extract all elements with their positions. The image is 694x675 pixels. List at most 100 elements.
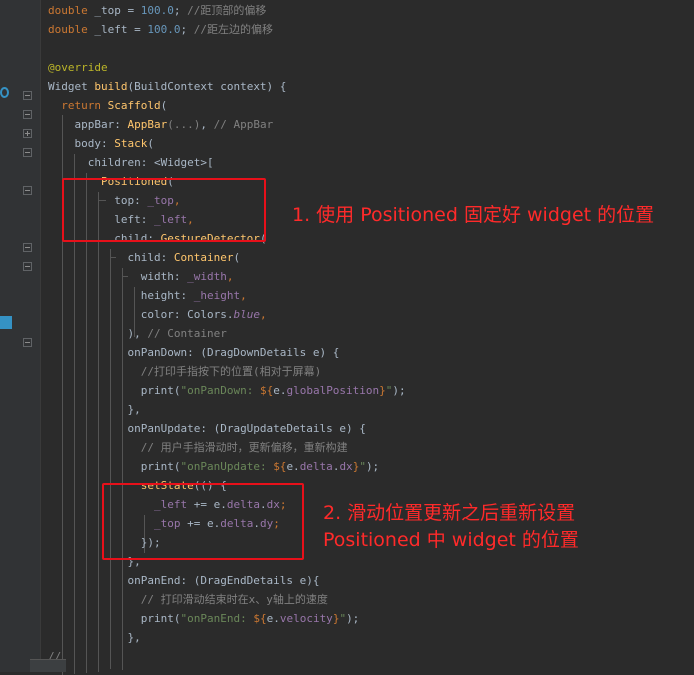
code-token: "onPanEnd: — [180, 612, 254, 625]
code-line[interactable]: }, — [48, 400, 141, 419]
code-line[interactable]: ), // Container — [48, 324, 227, 343]
code-token: height — [48, 289, 181, 302]
annotation-note-1: 1. 使用 Positioned 固定好 widget 的位置 — [292, 204, 655, 226]
code-token: _width — [187, 270, 227, 283]
code-token: }, — [48, 403, 141, 416]
code-token: ( — [233, 251, 241, 264]
code-line[interactable]: onPanDown: (DragDownDetails e) { — [48, 343, 339, 362]
code-token: // 打印滑动结束时在x、y轴上的速度 — [48, 593, 328, 606]
code-token: , — [259, 308, 267, 321]
code-token: " — [359, 460, 366, 473]
code-token: double — [48, 4, 95, 17]
code-token: ${ — [273, 460, 287, 473]
code-token: //距顶部的偏移 — [187, 4, 267, 17]
code-line[interactable]: print("onPanUpdate: ${e.delta.dx}"); — [48, 457, 379, 476]
override-marker-icon[interactable] — [0, 87, 9, 98]
code-token: (...) — [167, 118, 201, 131]
code-token: onPanDown — [48, 346, 188, 359]
code-token: Stack — [114, 137, 148, 150]
code-line[interactable]: color: Colors.blue, — [48, 305, 267, 324]
code-token: _height — [193, 289, 241, 302]
code-token: ${ — [259, 384, 274, 397]
code-token: : (DragUpdateDetails e) { — [200, 422, 366, 435]
code-token: print — [48, 460, 174, 473]
code-token: double — [48, 23, 95, 36]
editor-gutter — [0, 0, 41, 672]
fold-toggle-icon[interactable] — [23, 91, 32, 100]
code-token: // AppBar — [213, 118, 274, 131]
code-token: onPanEnd — [48, 574, 181, 587]
code-token: : — [173, 270, 188, 283]
code-line[interactable]: print("onPanEnd: ${e.velocity}"); — [48, 609, 360, 628]
code-token: delta — [299, 460, 333, 473]
code-token: , — [240, 289, 247, 302]
code-token: : Colors. — [173, 308, 234, 321]
code-line[interactable]: body: Stack( — [48, 134, 154, 153]
code-line[interactable]: }, — [48, 628, 140, 647]
code-token: ); — [365, 460, 380, 473]
code-token: (BuildContext context) { — [127, 80, 287, 93]
code-line[interactable]: width: _width, — [48, 267, 234, 286]
editor-bottom-tab[interactable] — [30, 659, 66, 672]
code-editor[interactable]: double _top = 100.0; //距顶部的偏移 double _lef… — [40, 0, 694, 675]
code-token: 100.0 — [140, 4, 174, 17]
code-line[interactable]: children: <Widget>[ — [48, 153, 214, 172]
code-line[interactable]: // 打印滑动结束时在x、y轴上的速度 — [48, 590, 328, 609]
code-token: // Container — [147, 327, 227, 340]
code-token: ( — [147, 137, 154, 150]
code-line[interactable]: onPanEnd: (DragEndDetails e){ — [48, 571, 320, 590]
code-token: "onPanUpdate: — [180, 460, 274, 473]
code-line[interactable]: onPanUpdate: (DragUpdateDetails e) { — [48, 419, 366, 438]
code-line[interactable]: Widget build(BuildContext context) { — [48, 77, 286, 96]
code-token: ${ — [253, 612, 267, 625]
code-token: ); — [392, 384, 406, 397]
code-token: : <Widget>[ — [140, 156, 214, 169]
highlight-box-setstate — [102, 483, 304, 560]
code-token: color — [48, 308, 174, 321]
code-token: //打印手指按下的位置(相对于屏幕) — [48, 365, 322, 378]
fold-toggle-icon[interactable] — [23, 243, 32, 252]
code-token: ; — [180, 23, 194, 36]
code-line[interactable]: height: _height, — [48, 286, 247, 305]
annotation-note-2-line1: 2. 滑动位置更新之后重新设置 — [323, 502, 576, 524]
code-token: appBar — [48, 118, 115, 131]
code-token: , — [226, 270, 234, 283]
code-line[interactable]: double _left = 100.0; //距左边的偏移 — [48, 20, 273, 39]
code-token: Container — [173, 251, 234, 264]
code-token: print — [48, 612, 174, 625]
code-token: _top — [94, 4, 121, 17]
code-token: build — [94, 80, 128, 93]
fold-toggle-icon[interactable] — [23, 186, 32, 195]
code-token: Scaffold — [107, 99, 161, 112]
code-line[interactable]: print("onPanDown: ${e.globalPosition}"); — [48, 381, 406, 400]
code-token: ( — [160, 99, 168, 112]
code-token: : (DragEndDetails e){ — [180, 574, 320, 587]
code-line[interactable]: // 用户手指滑动时，更新偏移，重新构建 — [48, 438, 348, 457]
fold-toggle-icon[interactable] — [23, 148, 32, 157]
code-token: ); — [346, 612, 360, 625]
code-token: e. — [266, 612, 280, 625]
code-line[interactable]: //打印手指按下的位置(相对于屏幕) — [48, 362, 322, 381]
expand-toggle-icon[interactable] — [23, 129, 32, 138]
code-line[interactable]: child: Container( — [48, 248, 240, 267]
code-line[interactable]: return Scaffold( — [48, 96, 167, 115]
code-line[interactable]: double _top = 100.0; //距顶部的偏移 — [48, 1, 266, 20]
fold-toggle-icon[interactable] — [23, 110, 32, 119]
code-token: "onPanDown: — [180, 384, 260, 397]
bookmark-marker-icon — [0, 316, 12, 329]
fold-toggle-icon[interactable] — [23, 262, 32, 271]
code-token: print — [48, 384, 174, 397]
code-token: : — [180, 289, 194, 302]
code-line[interactable]: @override — [48, 58, 108, 77]
code-token: : — [114, 118, 128, 131]
code-token: : (DragDownDetails e) { — [187, 346, 340, 359]
code-token: 100.0 — [147, 23, 181, 36]
code-line[interactable]: appBar: AppBar(...), // AppBar — [48, 115, 273, 134]
code-token: AppBar — [127, 118, 168, 131]
code-token: children — [48, 156, 141, 169]
code-token: } — [379, 384, 386, 397]
code-token: velocity — [279, 612, 333, 625]
fold-toggle-icon[interactable] — [23, 338, 32, 347]
code-token: ), — [48, 327, 148, 340]
code-token: return — [48, 99, 108, 112]
